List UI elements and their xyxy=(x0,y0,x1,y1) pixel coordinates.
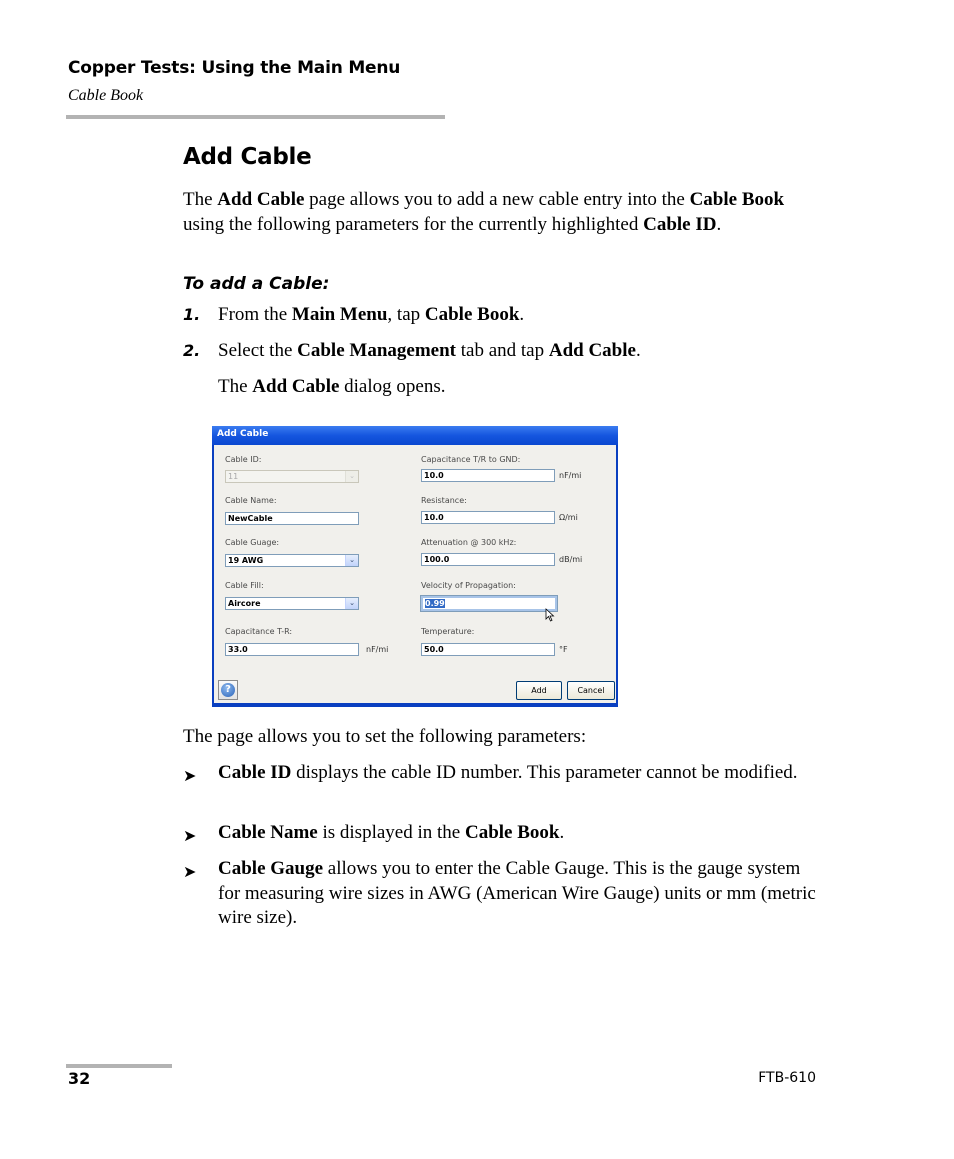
text-run: dialog opens. xyxy=(339,376,446,397)
cable-id-value: 11 xyxy=(228,472,239,481)
cable-name-input[interactable]: NewCable xyxy=(225,512,359,525)
bullet-text: Cable ID displays the cable ID number. T… xyxy=(218,761,818,786)
emphasis-text: Add Cable xyxy=(252,376,340,397)
footer-divider xyxy=(66,1064,172,1068)
add-cable-dialog: Add Cable Cable ID: 11 ⌄ Cable Name: New… xyxy=(212,426,618,707)
velocity-label: Velocity of Propagation: xyxy=(421,581,516,590)
emphasis-text: Add Cable xyxy=(217,189,305,210)
chevron-down-icon[interactable]: ⌄ xyxy=(345,598,358,609)
mouse-cursor-icon xyxy=(545,608,555,622)
text-run: , tap xyxy=(387,304,425,325)
temperature-input[interactable]: 50.0 xyxy=(421,643,555,656)
capacitance-gnd-unit: nF/mi xyxy=(559,471,582,480)
page-heading: Add Cable xyxy=(183,144,312,170)
resistance-unit: Ω/mi xyxy=(559,513,578,522)
document-id: FTB-610 xyxy=(758,1070,816,1086)
text-run: The xyxy=(183,189,218,210)
emphasis-text: Cable ID xyxy=(218,762,292,783)
text-run: tab and tap xyxy=(455,340,549,361)
emphasis-text: Main Menu xyxy=(291,304,388,325)
step-number: 2. xyxy=(183,341,201,360)
text-run: The xyxy=(218,376,253,397)
arrow-bullet-icon: ➤ xyxy=(183,826,197,845)
text-run: From the xyxy=(218,304,292,325)
chevron-down-icon[interactable]: ⌄ xyxy=(345,555,358,566)
attenuation-label: Attenuation @ 300 kHz: xyxy=(421,538,517,547)
resistance-value: 10.0 xyxy=(424,513,444,522)
cable-name-value: NewCable xyxy=(228,514,273,523)
text-run: Select the xyxy=(218,340,298,361)
text-run: is displayed in the xyxy=(317,822,465,843)
header-divider xyxy=(66,115,445,119)
help-button[interactable]: ? xyxy=(218,680,238,700)
velocity-value-selected: 0.99 xyxy=(425,599,445,608)
text-run: page allows you to add a new cable entry… xyxy=(304,189,690,210)
intro-paragraph: The Add Cable page allows you to add a n… xyxy=(183,188,813,237)
arrow-bullet-icon: ➤ xyxy=(183,766,197,785)
dialog-title: Add Cable xyxy=(217,429,269,439)
page-number: 32 xyxy=(68,1069,91,1088)
add-button[interactable]: Add xyxy=(516,681,562,700)
attenuation-value: 100.0 xyxy=(424,555,450,564)
emphasis-text: Cable ID xyxy=(643,213,717,235)
parameters-intro: The page allows you to set the following… xyxy=(183,726,587,747)
cable-gauge-label: Cable Guage: xyxy=(225,538,280,547)
step-text: Select the Cable Management tab and tap … xyxy=(218,339,641,364)
attenuation-input[interactable]: 100.0 xyxy=(421,553,555,566)
procedure-title: To add a Cable: xyxy=(183,274,330,294)
velocity-input[interactable]: 0.99 xyxy=(420,595,558,612)
cable-id-label: Cable ID: xyxy=(225,455,262,464)
bullet-text: Cable Gauge allows you to enter the Cabl… xyxy=(218,857,818,931)
emphasis-text: Cable Gauge xyxy=(218,858,324,879)
bullet-text: Cable Name is displayed in the Cable Boo… xyxy=(218,821,818,846)
cable-name-label: Cable Name: xyxy=(225,496,277,505)
section-title: Cable Book xyxy=(68,87,144,104)
text-run: . xyxy=(635,340,641,361)
emphasis-text: Add Cable xyxy=(548,340,636,361)
attenuation-unit: dB/mi xyxy=(559,555,583,564)
text-run: . xyxy=(716,213,722,235)
temperature-label: Temperature: xyxy=(421,627,475,636)
capacitance-tr-input[interactable]: 33.0 xyxy=(225,643,359,656)
text-run: displays the cable ID number. This param… xyxy=(291,762,798,783)
capacitance-gnd-label: Capacitance T/R to GND: xyxy=(421,455,521,464)
resistance-input[interactable]: 10.0 xyxy=(421,511,555,524)
emphasis-text: Cable Book xyxy=(464,822,560,843)
arrow-bullet-icon: ➤ xyxy=(183,862,197,881)
cable-fill-label: Cable Fill: xyxy=(225,581,264,590)
cable-id-select: 11 ⌄ xyxy=(225,470,359,483)
temperature-unit: °F xyxy=(559,645,568,654)
capacitance-gnd-input[interactable]: 10.0 xyxy=(421,469,555,482)
chevron-down-icon: ⌄ xyxy=(345,471,358,482)
text-run: . xyxy=(559,822,565,843)
capacitance-tr-value: 33.0 xyxy=(228,645,248,654)
cable-gauge-select[interactable]: 19 AWG ⌄ xyxy=(225,554,359,567)
capacitance-tr-label: Capacitance T-R: xyxy=(225,627,293,636)
chapter-title: Copper Tests: Using the Main Menu xyxy=(68,58,401,78)
emphasis-text: Cable Management xyxy=(297,340,456,361)
step-text: From the Main Menu, tap Cable Book. xyxy=(218,303,524,328)
dialog-body: Cable ID: 11 ⌄ Cable Name: NewCable Cabl… xyxy=(214,445,616,703)
cable-fill-select[interactable]: Aircore ⌄ xyxy=(225,597,359,610)
temperature-value: 50.0 xyxy=(424,645,444,654)
emphasis-text: Cable Book xyxy=(689,189,785,210)
step-note: The Add Cable dialog opens. xyxy=(218,375,445,400)
cable-gauge-value: 19 AWG xyxy=(228,556,264,565)
text-run: using the following parameters for the c… xyxy=(183,213,644,235)
text-run: . xyxy=(519,304,525,325)
resistance-label: Resistance: xyxy=(421,496,467,505)
capacitance-tr-unit: nF/mi xyxy=(366,645,389,654)
step-number: 1. xyxy=(183,305,201,324)
dialog-titlebar[interactable]: Add Cable xyxy=(212,426,618,445)
cable-fill-value: Aircore xyxy=(228,599,261,608)
capacitance-gnd-value: 10.0 xyxy=(424,471,444,480)
emphasis-text: Cable Name xyxy=(218,822,318,843)
cancel-button[interactable]: Cancel xyxy=(567,681,615,700)
emphasis-text: Cable Book xyxy=(424,304,520,325)
help-icon: ? xyxy=(221,683,235,697)
